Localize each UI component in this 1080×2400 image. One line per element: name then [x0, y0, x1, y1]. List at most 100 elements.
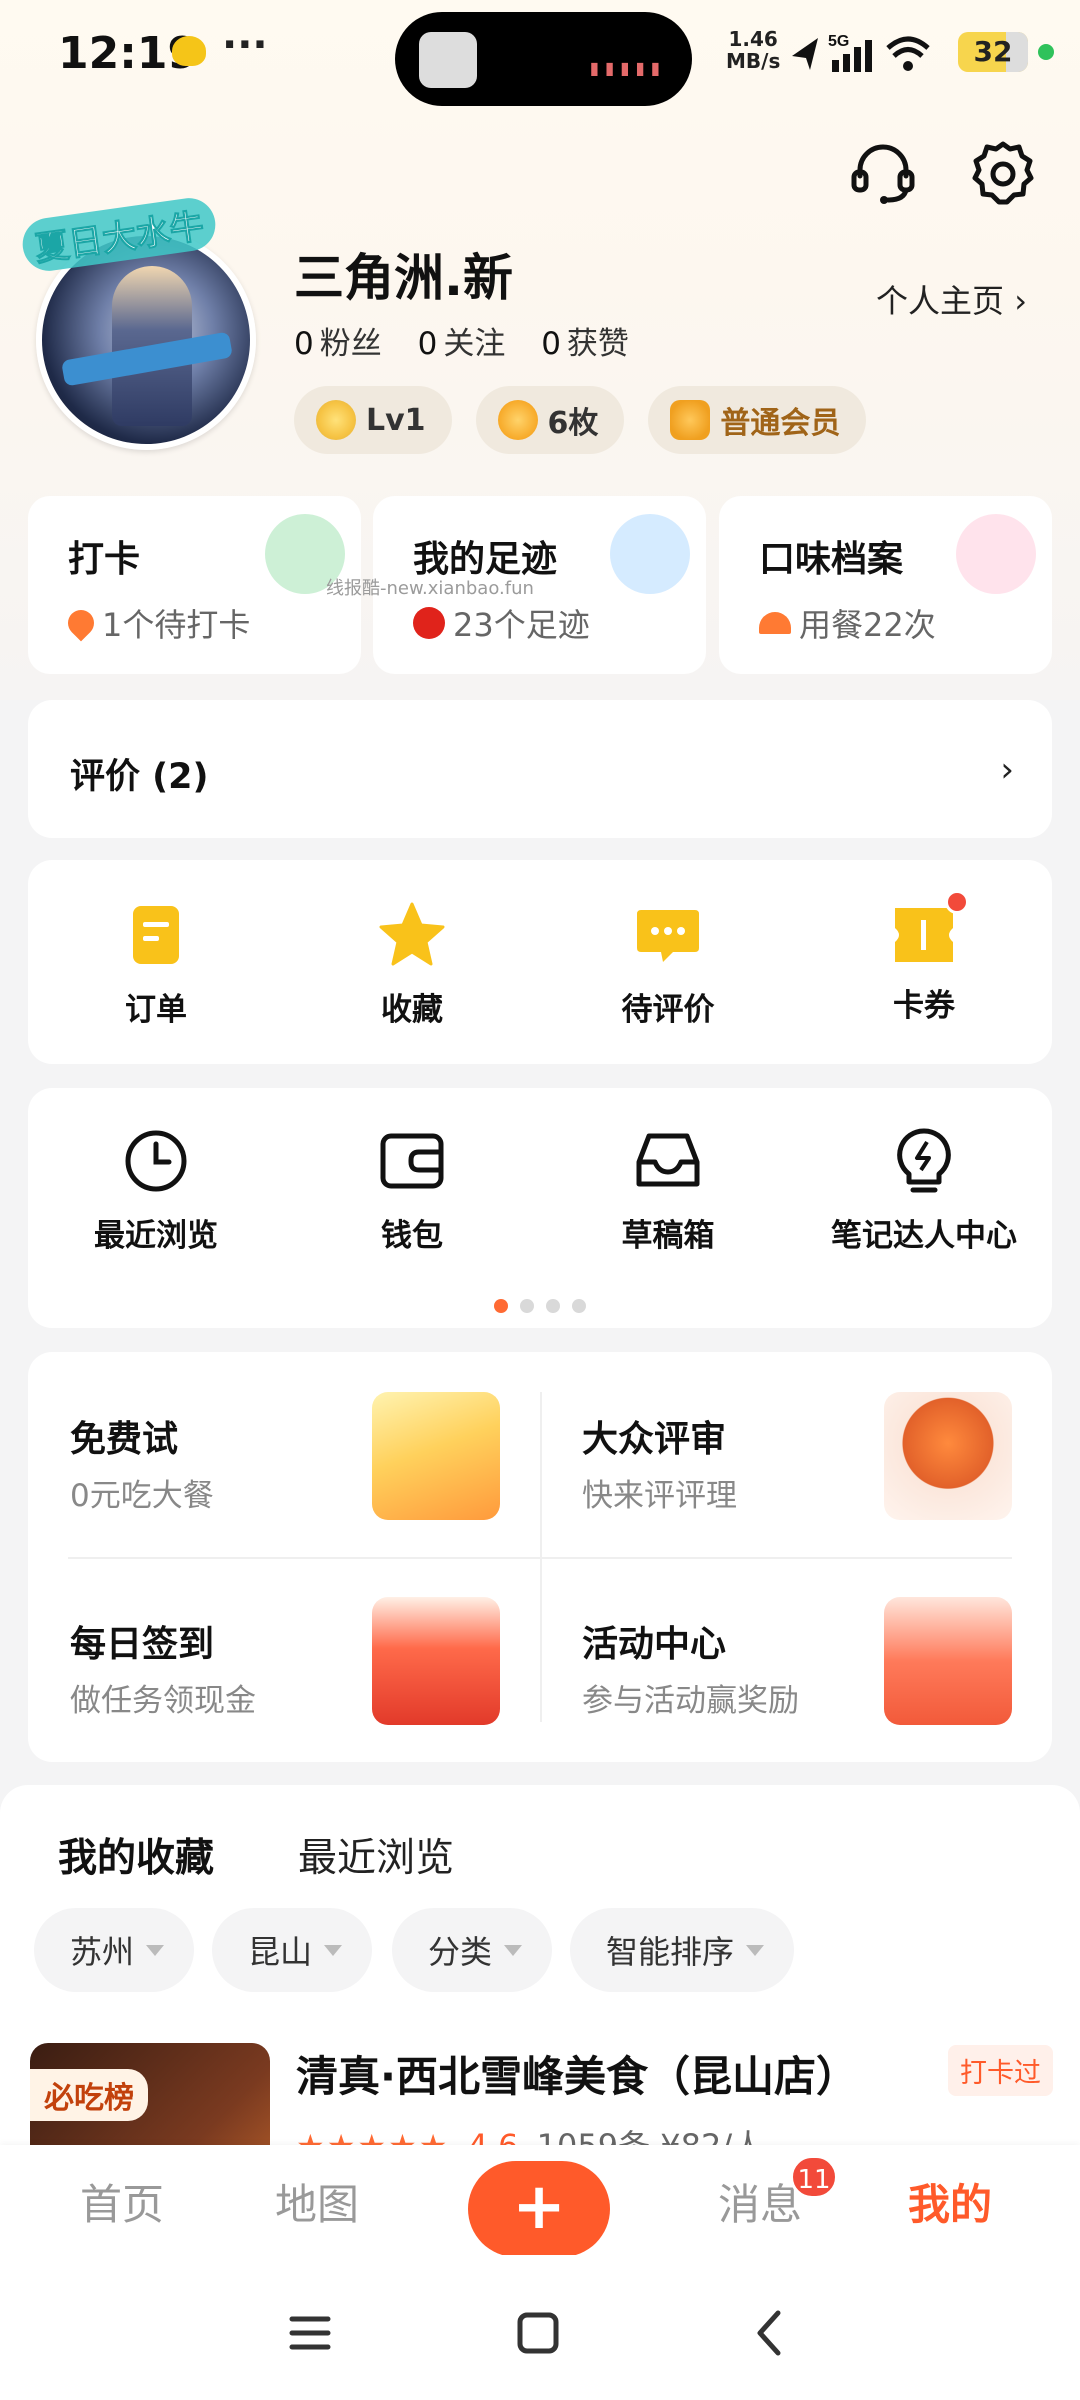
activity-free-trial[interactable]: 免费试 0元吃大餐: [28, 1352, 540, 1557]
filter-category[interactable]: 分类: [392, 1908, 553, 1992]
star-icon: [379, 902, 445, 966]
member-crown-icon: [670, 400, 711, 440]
filter-sort[interactable]: 智能排序: [570, 1908, 795, 1992]
chevron-right-icon: ›: [1014, 282, 1027, 320]
nav-home[interactable]: 首页: [80, 2171, 164, 2232]
bottom-nav: 首页 地图 + 消息 11 我的: [0, 2145, 1080, 2257]
membership-badge[interactable]: 普通会员: [648, 386, 867, 454]
card-subtitle: 用餐22次: [799, 606, 936, 644]
filter-label: 分类: [428, 1933, 493, 1971]
grid-item-favorites[interactable]: 收藏: [284, 900, 540, 1029]
crown-level-icon: [316, 400, 356, 440]
signal-wifi-icons: 5G: [792, 33, 930, 72]
bulb-icon: [897, 1128, 951, 1193]
status-bar: 12:19 ··· ▮▮▮▮▮ 1.46 MB/s 5G 32: [0, 0, 1080, 110]
grid-item-pending-reviews[interactable]: 待评价: [540, 900, 796, 1029]
activity-public-review[interactable]: 大众评审 快来评评理: [540, 1352, 1052, 1557]
clock-icon: [125, 1130, 187, 1192]
music-cover-icon: [419, 32, 477, 88]
charging-dot: [1038, 44, 1054, 60]
medal-badge[interactable]: 6枚: [475, 386, 625, 454]
pager-dot[interactable]: [572, 1299, 586, 1313]
comment-icon: [637, 910, 699, 962]
grid-item-coupons[interactable]: 卡券: [796, 890, 1052, 1025]
quick-cards: 打卡 1个待打卡 我的足迹 23个足迹 口味档案 用餐22次: [28, 496, 1052, 674]
favorites-section: 我的收藏 最近浏览 苏州 昆山 分类 智能排序 必吃榜 清真·西北雪峰美食（昆山…: [0, 1785, 1080, 2243]
activity-subtitle: 快来评评理: [582, 1478, 737, 1514]
grid-item-label: 待评价: [621, 992, 715, 1028]
activity-title: 活动中心: [582, 1624, 727, 1665]
pager-dot[interactable]: [520, 1299, 534, 1313]
filter-city[interactable]: 苏州: [34, 1908, 195, 1992]
grid-item-label: 钱包: [381, 1218, 443, 1254]
grid-item-wallet[interactable]: 钱包: [284, 1126, 540, 1255]
pager-dot[interactable]: [546, 1299, 560, 1313]
headset-icon[interactable]: [848, 138, 918, 208]
pager-dot-active[interactable]: [494, 1299, 508, 1313]
grid-item-creator-center[interactable]: 笔记达人中心: [796, 1126, 1052, 1255]
grid-item-label: 收藏: [381, 992, 443, 1028]
nav-map[interactable]: 地图: [275, 2171, 359, 2232]
more-notifications-icon: ···: [222, 22, 268, 68]
level-label: Lv1: [366, 402, 426, 438]
level-badge[interactable]: Lv1: [294, 386, 452, 454]
location-pin-icon: [62, 604, 100, 642]
nav-mine[interactable]: 我的: [908, 2171, 992, 2232]
stat-following[interactable]: 0 关注: [418, 326, 506, 362]
red-envelope-icon: [372, 1597, 500, 1725]
notification-dot: [945, 890, 969, 914]
filter-district[interactable]: 昆山: [212, 1908, 373, 1992]
reviews-row[interactable]: 评价 (2) ›: [28, 700, 1052, 838]
back-icon[interactable]: [740, 2303, 800, 2363]
grid-item-recent-browse[interactable]: 最近浏览: [28, 1126, 284, 1255]
caret-down-icon: [746, 1944, 765, 1956]
filter-label: 智能排序: [606, 1933, 735, 1971]
filter-label: 昆山: [248, 1933, 313, 1971]
stat-fans[interactable]: 0 粉丝: [294, 326, 382, 362]
messages-badge: 11: [790, 2155, 838, 2199]
activity-subtitle: 0元吃大餐: [70, 1478, 214, 1514]
grid-item-label: 订单: [125, 992, 187, 1028]
activity-subtitle: 做任务领现金: [70, 1683, 256, 1719]
network-speed-value: 1.46: [728, 27, 778, 51]
caret-down-icon: [324, 1944, 343, 1956]
audio-wave-icon: ▮▮▮▮▮: [587, 56, 664, 81]
grid-item-drafts[interactable]: 草稿箱: [540, 1126, 796, 1255]
pager-dots: [28, 1298, 1052, 1317]
medal-icon: [497, 400, 538, 440]
dynamic-island[interactable]: ▮▮▮▮▮: [395, 12, 692, 106]
home-square-icon[interactable]: [508, 2303, 568, 2363]
order-icon: [133, 906, 179, 964]
network-speed-unit: MB/s: [726, 49, 781, 73]
nickname: 三角洲.新: [294, 249, 513, 307]
grid-item-label: 最近浏览: [94, 1218, 218, 1254]
tab-recent-browse[interactable]: 最近浏览: [298, 1827, 454, 1883]
network-speed: 1.46 MB/s: [726, 28, 780, 72]
taste-profile-card[interactable]: 口味档案 用餐22次: [719, 496, 1052, 674]
homepage-link[interactable]: 个人主页 ›: [876, 276, 1027, 322]
shop-name[interactable]: 清真·西北雪峰美食（昆山店）: [296, 2043, 858, 2104]
medal-count: 6枚: [547, 406, 599, 441]
activity-subtitle: 参与活动赢奖励: [582, 1683, 799, 1719]
tab-my-favorites[interactable]: 我的收藏: [58, 1827, 215, 1889]
roast-dish-icon: [372, 1392, 500, 1520]
profile-badges: Lv1 6枚 普通会员: [294, 386, 867, 454]
activity-center[interactable]: 活动中心 参与活动赢奖励: [540, 1557, 1052, 1762]
publish-button[interactable]: +: [468, 2161, 610, 2257]
battery-indicator: 32: [958, 32, 1028, 72]
system-nav-bar: [0, 2255, 1080, 2400]
membership-label: 普通会员: [720, 406, 841, 441]
app-notification-icon: [172, 36, 206, 66]
profile-stats: 0 粉丝 0 关注 0 获赞: [294, 318, 655, 363]
gear-icon[interactable]: [968, 138, 1038, 208]
grid-item-label: 笔记达人中心: [831, 1218, 1017, 1254]
checkin-card[interactable]: 打卡 1个待打卡: [28, 496, 361, 674]
activity-grid: 免费试 0元吃大餐 大众评审 快来评评理 每日签到 做任务领现金 活动中心 参与…: [28, 1352, 1052, 1762]
menu-icon[interactable]: [280, 2303, 340, 2363]
must-eat-tag: 必吃榜: [30, 2069, 148, 2121]
stat-likes[interactable]: 0 获赞: [541, 326, 629, 362]
grid-item-label: 卡券: [893, 988, 955, 1024]
activity-daily-checkin[interactable]: 每日签到 做任务领现金: [28, 1557, 540, 1762]
dish-cover-icon: [759, 612, 791, 634]
grid-item-orders[interactable]: 订单: [28, 900, 284, 1029]
